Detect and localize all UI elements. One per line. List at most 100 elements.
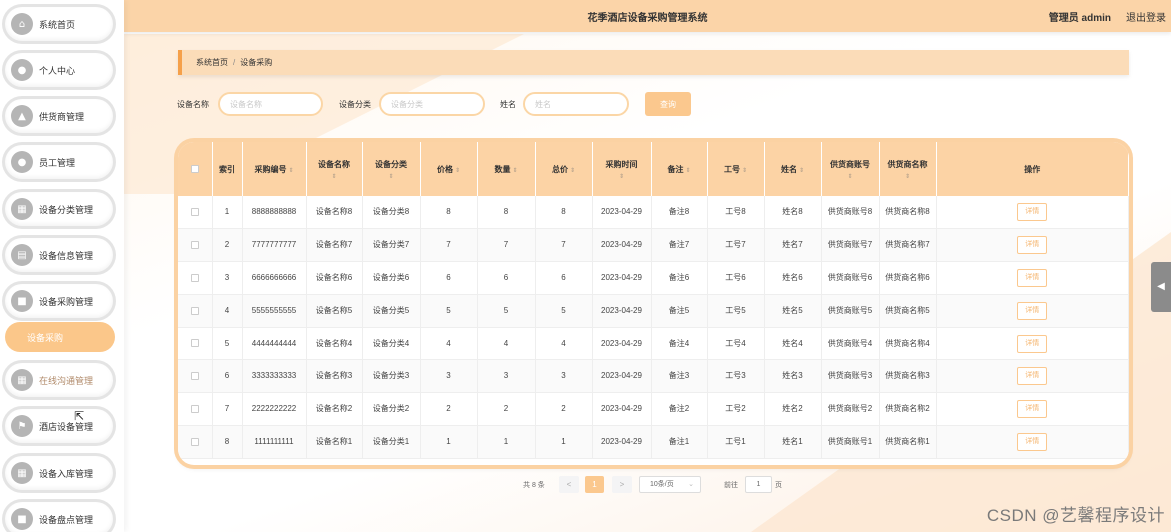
table-cell-supplier-acc: 供货商账号2: [821, 392, 880, 427]
row-checkbox[interactable]: [178, 196, 213, 230]
column-header-price[interactable]: 价格 ⇕: [420, 142, 478, 196]
search-label-device-name: 设备名称: [177, 100, 209, 109]
sidebar-item-device-info[interactable]: ▤ 设备信息管理: [5, 238, 113, 272]
row-checkbox[interactable]: [178, 327, 213, 361]
detail-button[interactable]: 详情: [1017, 268, 1048, 287]
table-row: 3 6666666666 设备名称6 设备分类6 6 6 6 2023-04-29 备注6 工号6…: [178, 261, 1129, 295]
thumb-icon: ▲: [11, 105, 33, 127]
grid-icon: ▦: [11, 198, 33, 220]
row-checkbox[interactable]: [178, 228, 213, 263]
page-size-select[interactable]: 10条/页 ⌄: [639, 476, 701, 493]
sidebar-item-home[interactable]: ⌂ 系统首页: [5, 7, 113, 41]
table-cell-name: 姓名1: [764, 425, 822, 459]
column-header-quantity[interactable]: 数量 ⇕: [477, 142, 536, 196]
sidebar-item-device-purchase[interactable]: ■ 设备采购管理: [5, 284, 113, 318]
column-header-supplier-account[interactable]: 供货商账号 ⇕: [821, 142, 880, 196]
detail-button[interactable]: 详情: [1017, 432, 1048, 451]
goto-label: 前往: [724, 482, 738, 489]
sidebar-item-hotel-devices[interactable]: ⚑ 酒店设备管理: [5, 409, 113, 443]
table-cell-name: 姓名4: [764, 327, 822, 361]
goto-page-suffix: 页: [775, 482, 782, 489]
sidebar-item-profile[interactable]: ● 个人中心: [5, 53, 113, 87]
sidebar-item-suppliers[interactable]: ▲ 供货商管理: [5, 99, 113, 133]
table-cell-qty: 4: [477, 327, 536, 361]
table-cell-time: 2023-04-29: [592, 294, 652, 328]
sidebar-subitem-device-purchase[interactable]: 设备采购: [5, 322, 115, 352]
select-all-checkbox[interactable]: [178, 142, 213, 196]
sort-icon[interactable]: ⇕: [593, 173, 651, 180]
table-cell-supplier-acc: 供货商账号5: [821, 294, 880, 328]
breadcrumb-separator: /: [233, 58, 236, 67]
sidebar-item-label: 酒店设备管理: [39, 421, 94, 432]
sort-icon[interactable]: ⇕: [307, 173, 362, 180]
sidebar-item-label: 设备采购管理: [39, 296, 94, 307]
logout-link[interactable]: 退出登录: [1126, 9, 1166, 24]
sort-icon[interactable]: ⇕: [363, 173, 420, 180]
table-cell-category: 设备分类3: [362, 359, 421, 394]
column-header-device-name[interactable]: 设备名称 ⇕: [306, 142, 363, 196]
sort-icon[interactable]: ⇕: [512, 167, 517, 174]
column-header-remark[interactable]: 备注 ⇕: [651, 142, 708, 196]
row-checkbox[interactable]: [178, 294, 213, 328]
row-checkbox[interactable]: [178, 359, 213, 394]
breadcrumb-home[interactable]: 系统首页: [196, 57, 228, 68]
column-header-index: 索引: [212, 142, 243, 196]
detail-button[interactable]: 详情: [1017, 334, 1048, 353]
chat-icon: ■: [11, 508, 33, 530]
next-page-button[interactable]: >: [612, 476, 632, 493]
table-cell-remark: 备注3: [651, 359, 708, 394]
sort-icon[interactable]: ⇕: [822, 173, 879, 180]
watermark: CSDN @艺馨程序设计: [986, 506, 1165, 525]
detail-button[interactable]: 详情: [1017, 400, 1048, 419]
table-cell-emp-no: 工号5: [707, 294, 765, 328]
detail-button[interactable]: 详情: [1017, 236, 1048, 255]
detail-button[interactable]: 详情: [1017, 203, 1048, 222]
grid-icon: ▦: [11, 369, 33, 391]
column-header-supplier-name[interactable]: 供货商名称 ⇕: [879, 142, 937, 196]
table-cell-remark: 备注5: [651, 294, 708, 328]
sort-icon[interactable]: ⇕: [455, 167, 460, 174]
column-header-total[interactable]: 总价 ⇕: [535, 142, 593, 196]
sidebar-item-device-category[interactable]: ▦ 设备分类管理: [5, 192, 113, 226]
row-checkbox[interactable]: [178, 425, 213, 459]
sidebar-item-online-chat[interactable]: ▦ 在线沟通管理: [5, 363, 113, 397]
collapse-tab-icon[interactable]: ◀: [1151, 262, 1171, 312]
table-cell-emp-no: 工号6: [707, 261, 765, 295]
table-cell-qty: 8: [477, 196, 536, 230]
table-cell-supplier-acc: 供货商账号4: [821, 327, 880, 361]
sidebar-item-device-storage[interactable]: ▦ 设备入库管理: [5, 456, 113, 490]
sidebar-item-employees[interactable]: ● 员工管理: [5, 145, 113, 179]
sort-icon[interactable]: ⇕: [799, 167, 804, 174]
table-cell-time: 2023-04-29: [592, 359, 652, 394]
row-checkbox[interactable]: [178, 392, 213, 427]
table-cell-name: 姓名2: [764, 392, 822, 427]
sort-icon[interactable]: ⇕: [880, 173, 936, 180]
sidebar-item-device-inventory[interactable]: ■ 设备盘点管理: [5, 502, 113, 532]
column-header-purchase-time[interactable]: 采购时间 ⇕: [592, 142, 652, 196]
goto-page-input[interactable]: 1: [745, 476, 772, 493]
search-input-device-category[interactable]: [379, 92, 485, 116]
search-input-device-name[interactable]: [218, 92, 323, 116]
user-name: 管理员 admin: [1048, 13, 1111, 24]
table-cell-index: 6: [212, 359, 243, 394]
page-number-current[interactable]: 1: [585, 476, 604, 493]
column-header-name[interactable]: 姓名 ⇕: [764, 142, 822, 196]
table-cell-price: 8: [420, 196, 478, 230]
sort-icon[interactable]: ⇕: [742, 167, 747, 174]
prev-page-button[interactable]: <: [559, 476, 579, 493]
search-button[interactable]: 查询: [645, 92, 691, 116]
column-header-purchase-no[interactable]: 采购编号 ⇕: [242, 142, 307, 196]
sort-icon[interactable]: ⇕: [570, 167, 575, 174]
detail-button[interactable]: 详情: [1017, 301, 1048, 320]
column-header-category[interactable]: 设备分类 ⇕: [362, 142, 421, 196]
row-checkbox[interactable]: [178, 261, 213, 295]
table-cell-emp-no: 工号3: [707, 359, 765, 394]
breadcrumb-current: 设备采购: [240, 58, 273, 67]
sort-icon[interactable]: ⇕: [288, 167, 293, 174]
column-header-employee-no[interactable]: 工号 ⇕: [707, 142, 765, 196]
table-cell-device-name: 设备名称1: [306, 425, 363, 459]
sort-icon[interactable]: ⇕: [685, 167, 690, 174]
page-size-value: 10条/页: [650, 481, 674, 488]
detail-button[interactable]: 详情: [1017, 367, 1048, 386]
search-input-name[interactable]: [523, 92, 629, 116]
